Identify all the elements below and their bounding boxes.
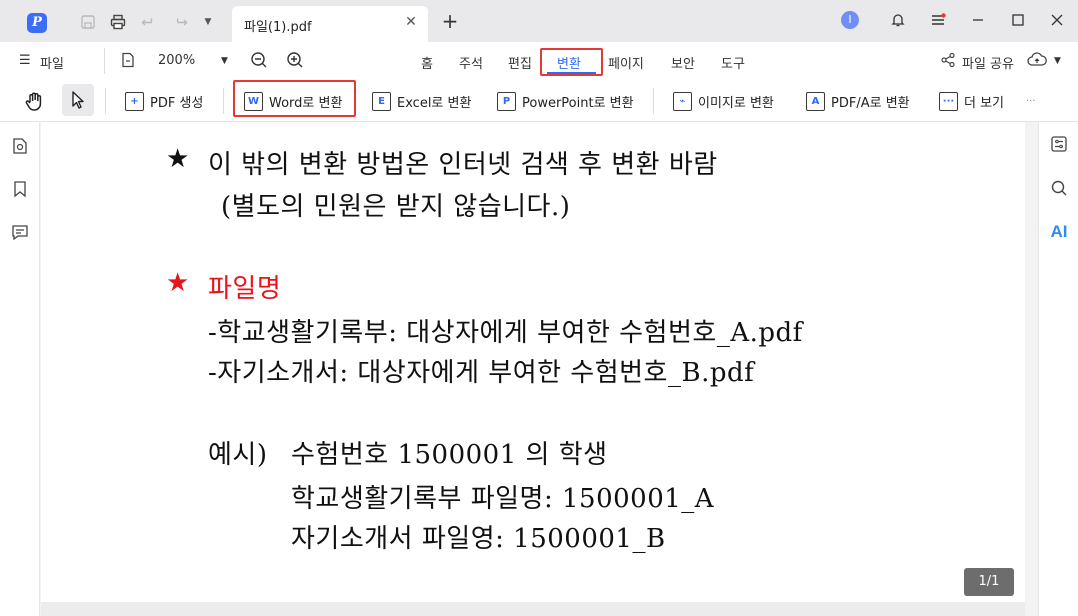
create-pdf-icon: + xyxy=(125,91,144,111)
quick-access-dropdown-icon[interactable]: ▼ xyxy=(198,12,218,32)
doc-heading: 파일명 xyxy=(208,274,282,304)
close-window-icon[interactable] xyxy=(1047,10,1067,30)
minimize-icon[interactable] xyxy=(968,10,988,30)
menu-bar: ☰ 파일 200% ▼ 홈 주석 편집 변환 페이지 보안 도구 파일 공유 ▼ xyxy=(0,42,1078,80)
convert-to-ppt-label: PowerPoint로 변환 xyxy=(522,95,634,111)
share-file-button[interactable]: 파일 공유 xyxy=(962,53,1014,72)
more-icon: ··· xyxy=(939,91,958,111)
doc-line-2: (별도의 민원은 받지 않습니다.) xyxy=(221,192,571,222)
app-logo-icon: P xyxy=(27,13,47,33)
excel-icon: E xyxy=(372,91,391,111)
doc-line-6: 학교생활기록부 파일명: 1500001_A xyxy=(291,484,715,514)
powerpoint-icon: P xyxy=(497,91,516,111)
share-icon[interactable] xyxy=(940,52,956,72)
word-button-highlight xyxy=(233,80,356,117)
divider xyxy=(653,88,654,114)
doc-example-prefix: 예시) xyxy=(208,440,268,470)
convert-to-image-button[interactable]: ⌁ 이미지로 변환 xyxy=(673,89,774,113)
cloud-dropdown-icon[interactable]: ▼ xyxy=(1054,56,1061,66)
divider xyxy=(104,48,105,74)
convert-tab-highlight xyxy=(540,48,603,76)
convert-to-image-label: 이미지로 변환 xyxy=(698,95,774,111)
convert-to-pdfa-label: PDF/A로 변환 xyxy=(831,95,910,111)
toolbar-overflow-icon[interactable]: ··· xyxy=(1026,89,1036,113)
zoom-out-icon[interactable] xyxy=(250,51,268,73)
convert-to-ppt-button[interactable]: P PowerPoint로 변환 xyxy=(497,89,634,113)
ai-assistant-icon[interactable]: AI xyxy=(1047,222,1071,242)
left-sidebar xyxy=(0,122,40,616)
more-label: 더 보기 xyxy=(964,95,1005,111)
create-pdf-label: PDF 생성 xyxy=(150,95,204,111)
account-avatar[interactable]: I xyxy=(841,11,859,29)
hand-tool-icon[interactable] xyxy=(24,89,46,113)
file-menu[interactable]: 파일 xyxy=(40,53,64,72)
convert-to-pdfa-button[interactable]: A PDF/A로 변환 xyxy=(806,89,910,113)
document-tab-title: 파일(1).pdf xyxy=(244,20,312,35)
convert-to-excel-button[interactable]: E Excel로 변환 xyxy=(372,89,471,113)
zoom-level[interactable]: 200% xyxy=(158,53,195,68)
document-tab[interactable]: 파일(1).pdf ✕ xyxy=(232,6,428,42)
tab-home[interactable]: 홈 xyxy=(421,53,433,72)
doc-line-1: 이 밖의 변환 방법온 인터넷 검색 후 변환 바람 xyxy=(208,150,718,180)
hamburger-icon[interactable]: ☰ xyxy=(19,53,31,68)
page-indicator[interactable]: 1/1 xyxy=(964,568,1014,596)
image-icon: ⌁ xyxy=(673,91,692,111)
doc-star-1: ★ xyxy=(166,144,190,174)
doc-line-4: -자기소개서: 대상자에게 부여한 수험번호_B.pdf xyxy=(208,358,755,388)
tab-tools[interactable]: 도구 xyxy=(721,53,745,72)
doc-line-5: 수험번호 1500001 의 학생 xyxy=(291,440,608,470)
close-tab-icon[interactable]: ✕ xyxy=(402,14,420,30)
undo-icon[interactable] xyxy=(139,12,159,32)
right-sidebar: AI xyxy=(1038,122,1078,616)
tab-security[interactable]: 보안 xyxy=(671,53,695,72)
zoom-in-icon[interactable] xyxy=(286,51,304,73)
document-page: ★ 이 밖의 변환 방법온 인터넷 검색 후 변환 바람 (별도의 민원은 받지… xyxy=(41,122,1025,602)
save-icon[interactable] xyxy=(78,12,98,32)
title-bar: P ▼ 파일(1).pdf ✕ + I xyxy=(0,0,1078,42)
convert-to-excel-label: Excel로 변환 xyxy=(397,95,472,111)
doc-star-2: ★ xyxy=(166,268,190,298)
divider xyxy=(105,88,106,114)
notification-bell-icon[interactable] xyxy=(888,10,908,30)
divider xyxy=(223,88,224,114)
bookmark-icon[interactable] xyxy=(10,179,30,199)
pdfa-icon: A xyxy=(806,91,825,111)
print-icon[interactable] xyxy=(108,12,128,32)
redo-icon[interactable] xyxy=(170,12,190,32)
maximize-icon[interactable] xyxy=(1008,10,1028,30)
thumbnail-icon[interactable] xyxy=(10,136,30,156)
convert-toolbar: + PDF 생성 W Word로 변환 E Excel로 변환 P PowerP… xyxy=(0,80,1078,122)
tab-comment[interactable]: 주석 xyxy=(459,53,483,72)
tab-edit[interactable]: 편집 xyxy=(508,53,532,72)
doc-line-7: 자기소개서 파일영: 1500001_B xyxy=(291,524,666,554)
comment-list-icon[interactable] xyxy=(10,222,30,242)
create-pdf-button[interactable]: + PDF 생성 xyxy=(125,89,203,113)
search-icon[interactable] xyxy=(1049,178,1069,198)
doc-line-3: -학교생활기록부: 대상자에게 부여한 수험번호_A.pdf xyxy=(208,318,803,348)
properties-icon[interactable] xyxy=(1049,134,1069,154)
menu-icon[interactable] xyxy=(928,10,948,30)
zoom-dropdown-icon[interactable]: ▼ xyxy=(221,56,228,66)
page-fit-icon[interactable] xyxy=(121,52,135,72)
cloud-upload-icon[interactable] xyxy=(1027,51,1047,73)
new-tab-button[interactable]: + xyxy=(440,11,460,31)
select-tool-icon[interactable] xyxy=(62,84,94,116)
tab-page[interactable]: 페이지 xyxy=(608,53,644,72)
more-button[interactable]: ··· 더 보기 xyxy=(939,89,1004,113)
document-bottom-margin xyxy=(41,602,1025,616)
